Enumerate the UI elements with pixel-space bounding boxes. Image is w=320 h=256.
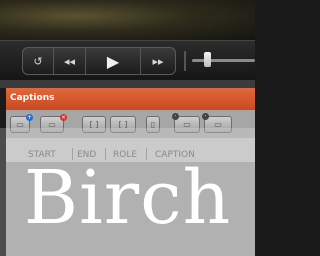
video-area <box>0 0 255 40</box>
captions-panel-header: Captions <box>6 88 255 110</box>
divider <box>0 80 255 88</box>
badge-icon: · <box>172 113 179 120</box>
loop-icon: ↺ <box>33 54 43 68</box>
add-badge-icon: + <box>26 114 33 121</box>
badge-icon: · <box>202 113 209 120</box>
seek-slider-track[interactable] <box>192 59 255 62</box>
loop-button[interactable]: ↺ <box>23 48 54 74</box>
play-icon: ▶ <box>106 51 120 71</box>
delete-badge-icon: × <box>60 114 67 121</box>
panel-title: Captions <box>10 93 55 103</box>
player-control-bar: ↺ ◂◂ ▶ ▸▸ <box>0 40 255 81</box>
fast-forward-button[interactable]: ▸▸ <box>141 48 175 74</box>
playback-button-group: ↺ ◂◂ ▶ ▸▸ <box>22 47 176 75</box>
divider <box>184 51 186 71</box>
play-button[interactable]: ▶ <box>86 48 141 74</box>
overlay-word: Birch <box>23 155 232 241</box>
fast-forward-icon: ▸▸ <box>152 54 164 68</box>
rewind-icon: ◂◂ <box>63 54 76 68</box>
rewind-button[interactable]: ◂◂ <box>54 48 86 74</box>
seek-slider-thumb[interactable] <box>204 52 211 67</box>
